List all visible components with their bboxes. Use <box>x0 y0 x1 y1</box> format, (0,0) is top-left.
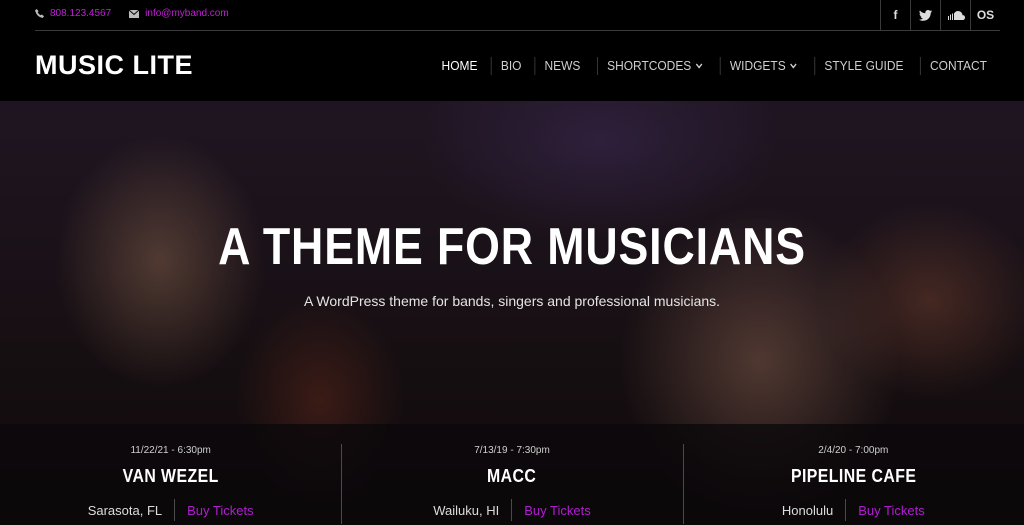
event-date: 2/4/20 - 7:00pm <box>818 445 889 456</box>
events-bar: 11/22/21 - 6:30pm VAN WEZEL Sarasota, FL… <box>0 424 1024 525</box>
nav-item-shortcodes[interactable]: SHORTCODES <box>596 57 712 75</box>
lastfm-icon[interactable]: OS <box>970 0 1000 30</box>
event-date: 7/13/19 - 7:30pm <box>474 445 550 456</box>
site-header: MUSIC LITE HOME BIO NEWS SHORTCODES WIDG… <box>0 31 1024 101</box>
social-links: f OS <box>880 0 1000 30</box>
event-meta: Wailuku, HI Buy Tickets <box>341 499 682 521</box>
hero-title: A THEME FOR MUSICIANS <box>218 218 806 276</box>
buy-tickets-link[interactable]: Buy Tickets <box>175 503 253 518</box>
nav-item-contact[interactable]: CONTACT <box>920 57 987 75</box>
chevron-down-icon <box>695 63 702 69</box>
event-item: 11/22/21 - 6:30pm VAN WEZEL Sarasota, FL… <box>0 424 341 525</box>
nav-item-home[interactable]: HOME <box>432 57 486 75</box>
event-venue[interactable]: VAN WEZEL <box>20 466 320 487</box>
nav-label: SHORTCODES <box>607 58 692 73</box>
soundcloud-icon[interactable] <box>940 0 970 30</box>
nav-label: BIO <box>500 58 522 73</box>
phone-item[interactable]: 808.123.4567 <box>35 8 111 19</box>
nav-label: WIDGETS <box>730 58 787 73</box>
top-bar: 808.123.4567 info@myband.com f OS <box>0 0 1024 31</box>
facebook-icon[interactable]: f <box>880 0 910 30</box>
chevron-down-icon <box>790 63 797 69</box>
event-venue[interactable]: PIPELINE CAFE <box>703 466 1003 487</box>
nav-item-widgets[interactable]: WIDGETS <box>720 57 806 75</box>
nav-label: CONTACT <box>930 58 988 73</box>
contact-info: 808.123.4567 info@myband.com <box>35 8 229 19</box>
site-logo[interactable]: MUSIC LITE <box>35 50 193 81</box>
email-address: info@myband.com <box>145 8 229 19</box>
event-venue[interactable]: MACC <box>362 466 662 487</box>
nav-label: HOME <box>441 58 478 73</box>
main-nav: HOME BIO NEWS SHORTCODES WIDGETS STYLE G… <box>430 57 990 75</box>
nav-label: STYLE GUIDE <box>824 58 904 73</box>
event-meta: Sarasota, FL Buy Tickets <box>0 499 341 521</box>
event-item: 7/13/19 - 7:30pm MACC Wailuku, HI Buy Ti… <box>341 424 682 525</box>
event-location: Honolulu <box>781 502 834 518</box>
twitter-icon[interactable] <box>910 0 940 30</box>
buy-tickets-link[interactable]: Buy Tickets <box>846 503 924 518</box>
nav-item-style-guide[interactable]: STYLE GUIDE <box>814 57 912 75</box>
buy-tickets-link[interactable]: Buy Tickets <box>512 503 590 518</box>
event-location: Sarasota, FL <box>87 502 163 518</box>
email-item[interactable]: info@myband.com <box>129 8 229 19</box>
phone-number: 808.123.4567 <box>50 8 112 19</box>
nav-item-news[interactable]: NEWS <box>534 57 589 75</box>
event-item: 2/4/20 - 7:00pm PIPELINE CAFE Honolulu B… <box>682 424 1024 525</box>
phone-icon <box>35 9 44 18</box>
envelope-icon <box>129 9 140 18</box>
hero-subtitle: A WordPress theme for bands, singers and… <box>303 293 721 309</box>
event-meta: Honolulu Buy Tickets <box>683 499 1024 521</box>
nav-label: NEWS <box>544 58 581 73</box>
nav-item-bio[interactable]: BIO <box>490 57 530 75</box>
event-date: 11/22/21 - 6:30pm <box>130 445 211 456</box>
event-location: Wailuku, HI <box>433 502 500 518</box>
